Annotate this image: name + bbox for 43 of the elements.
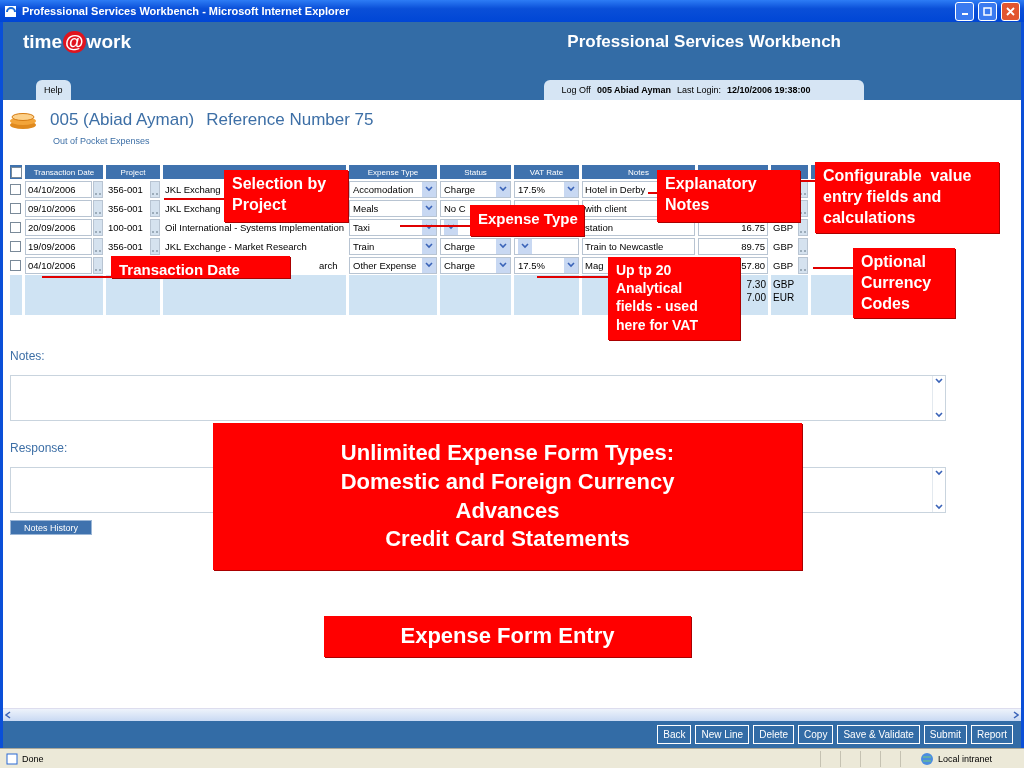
project-name: JKL Exchang [165,202,221,214]
project-code: 356-001 [108,240,143,252]
currency-code: EUR [773,291,795,304]
column-header: Transaction Date [25,165,103,179]
project-name: arch [319,259,338,271]
annotation-tooltip: Optional Currency Codes [853,248,955,318]
annotation-tooltip: Selection by Project [224,170,348,222]
total-amount: 7.00 [746,291,766,304]
column-header: Project [106,165,160,179]
window-title: Professional Services Workbench - Microsoft Internet Explorer [22,5,351,17]
status-text: Done [22,753,44,764]
notes-label: Notes: [10,349,45,363]
annotation-tooltip: Expense Form Entry [324,616,691,657]
column-header: VAT Rate [514,165,579,179]
user-name: 005 Abiad Ayman [596,85,671,95]
project-code: 356-001 [108,183,143,195]
currency-code: GBP [773,278,795,291]
column-header: Expense Type [349,165,437,179]
annotation-tooltip: Expense Type [470,205,584,236]
currency-code: GBP [773,259,794,271]
annotation-tooltip: Up tp 20 Analytical fields - used here for VAT [608,257,740,340]
project-code: 100-001 [108,221,143,233]
logo: time@work [23,31,131,53]
project-name: JKL Exchange - Market Research [165,240,307,252]
project-name: Oil International - Systems Implementation [165,221,344,233]
app-title: Professional Services Workbench [567,32,841,52]
page-heading: 005 (Abiad Ayman) [50,110,195,130]
currency-code: GBP [773,221,794,233]
reference-number: Reference Number 75 [206,110,374,130]
annotation-tooltip: Transaction Date [111,256,290,278]
total-amount: 7.30 [746,278,766,291]
project-code: 356-001 [108,202,143,214]
response-label: Response: [10,441,68,455]
annotation-tooltip: Explanatory Notes [657,170,800,222]
annotation-tooltip: Configurable value entry fields and calculations [815,162,999,233]
column-header: Status [440,165,511,179]
zone-text: Local intranet [938,753,994,764]
annotation-tooltip: Unlimited Expense Form Types: Domestic and Foreign Currency Advances Credit Card Statements [213,423,802,570]
project-name: JKL Exchang [165,183,221,195]
page-subheading: Out of Pocket Expenses [53,136,151,146]
last-login-label: Last Login: [676,85,721,95]
currency-code: GBP [773,240,794,252]
last-login-time: 12/10/2006 19:38:00 [726,85,811,95]
